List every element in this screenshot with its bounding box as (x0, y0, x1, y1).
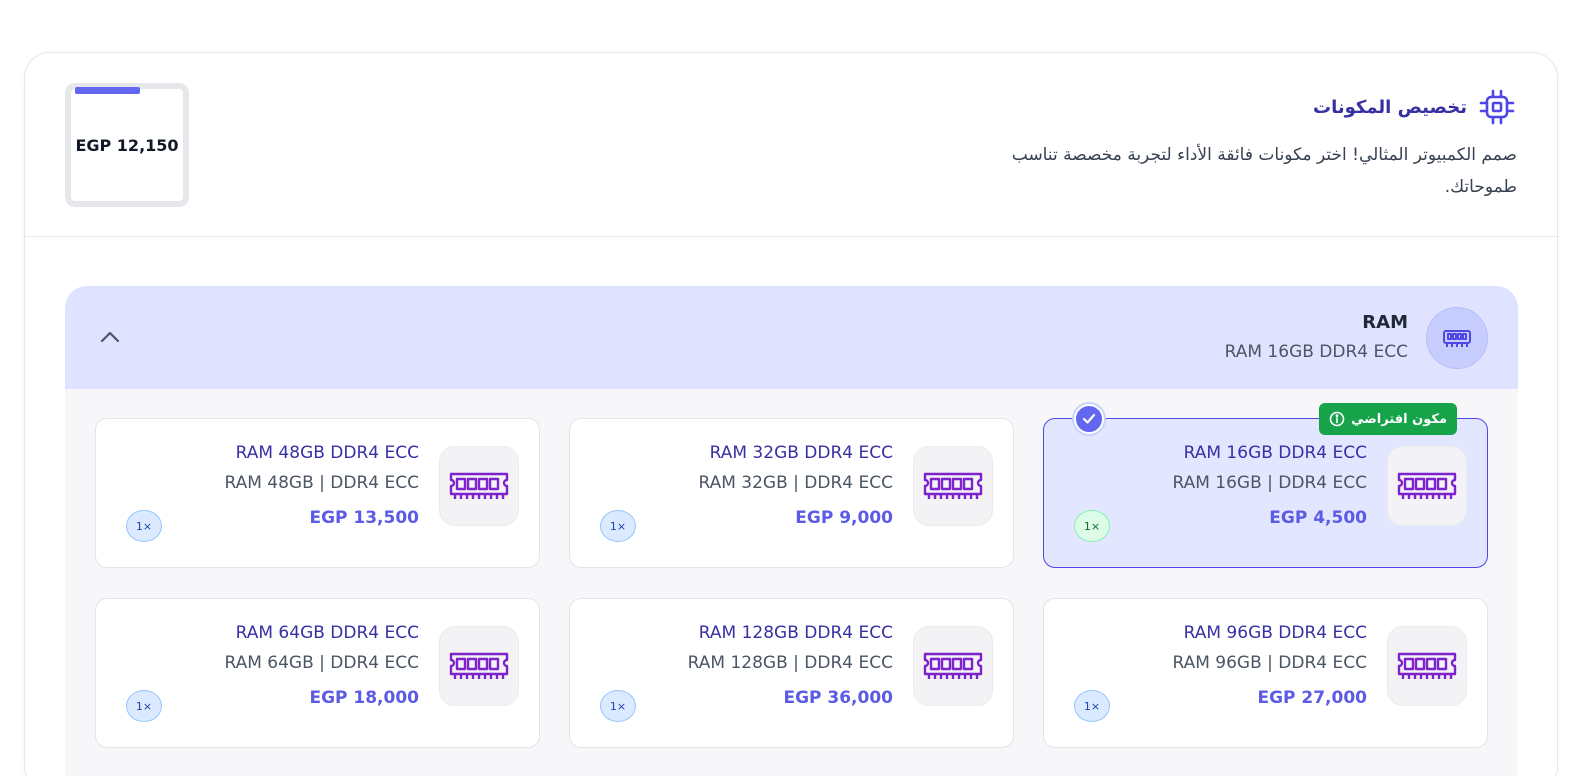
option-name: RAM 96GB DDR4 ECC (1183, 623, 1367, 643)
quantity-badge: 1× (600, 510, 636, 542)
option-thumbnail (1387, 446, 1467, 526)
option-thumbnail (439, 626, 519, 706)
ram-stick-icon (1397, 472, 1457, 499)
option-thumbnail (913, 446, 993, 526)
ram-option-card[interactable]: RAM 64GB DDR4 ECC RAM 64GB | DDR4 ECC EGP … (95, 598, 540, 748)
price-progress-bar (75, 87, 140, 94)
option-spec: RAM 128GB | DDR4 ECC (687, 653, 893, 673)
option-thumbnail (1387, 626, 1467, 706)
ram-category-icon (1426, 307, 1488, 369)
quantity-badge: 1× (600, 690, 636, 722)
quantity-badge: 1× (1074, 510, 1110, 542)
option-price: EGP 18,000 (309, 688, 419, 708)
memory-icon (1443, 330, 1471, 347)
option-price: EGP 27,000 (1257, 688, 1367, 708)
default-badge-label: مكون افتراضي (1351, 411, 1447, 427)
option-spec: RAM 64GB | DDR4 ECC (224, 653, 419, 673)
option-name: RAM 32GB DDR4 ECC (709, 443, 893, 463)
section-title: RAM (1362, 312, 1408, 333)
option-spec: RAM 32GB | DDR4 ECC (698, 473, 893, 493)
chevron-up-icon (100, 331, 120, 343)
collapse-button[interactable] (93, 322, 127, 352)
option-price: EGP 9,000 (795, 508, 893, 528)
selected-check-icon (1074, 404, 1104, 434)
option-name: RAM 16GB DDR4 ECC (1183, 443, 1367, 463)
page-description: صمم الكمبيوتر المثالي! اختر مكونات فائقة… (1011, 145, 1517, 197)
cpu-chip-icon (1477, 87, 1517, 127)
card-header: تخصيص المكونات صمم الكمبيوتر المثالي! اخ… (25, 53, 1557, 237)
ram-option-card[interactable]: RAM 128GB DDR4 ECC RAM 128GB | DDR4 ECC EG… (569, 598, 1014, 748)
ram-section-header[interactable]: RAM RAM 16GB DDR4 ECC (65, 286, 1518, 389)
section-selected-value: RAM 16GB DDR4 ECC (1224, 342, 1408, 362)
total-price: EGP 12,150 (75, 135, 179, 155)
customize-card: تخصيص المكونات صمم الكمبيوتر المثالي! اخ… (24, 52, 1558, 776)
option-spec: RAM 48GB | DDR4 ECC (224, 473, 419, 493)
total-price-box: EGP 12,150 (65, 83, 189, 207)
option-thumbnail (439, 446, 519, 526)
page-title: تخصيص المكونات (1313, 96, 1467, 118)
ram-stick-icon (923, 472, 983, 499)
option-spec: RAM 16GB | DDR4 ECC (1172, 473, 1367, 493)
ram-section: RAM RAM 16GB DDR4 ECC RAM 16GB DDR4 ECC R… (65, 286, 1518, 776)
option-name: RAM 128GB DDR4 ECC (698, 623, 893, 643)
header-title-row: تخصيص المكونات (1313, 87, 1517, 127)
ram-option-card[interactable]: RAM 32GB DDR4 ECC RAM 32GB | DDR4 ECC EGP … (569, 418, 1014, 568)
quantity-badge: 1× (126, 510, 162, 542)
ram-option-card[interactable]: RAM 48GB DDR4 ECC RAM 48GB | DDR4 ECC EGP … (95, 418, 540, 568)
info-icon (1329, 411, 1345, 427)
option-thumbnail (913, 626, 993, 706)
option-price: EGP 13,500 (309, 508, 419, 528)
option-price: EGP 36,000 (783, 688, 893, 708)
ram-option-card[interactable]: RAM 96GB DDR4 ECC RAM 96GB | DDR4 ECC EGP … (1043, 598, 1488, 748)
ram-stick-icon (449, 652, 509, 679)
option-spec: RAM 96GB | DDR4 ECC (1172, 653, 1367, 673)
ram-option-card[interactable]: RAM 16GB DDR4 ECC RAM 16GB | DDR4 ECC EGP … (1043, 403, 1488, 568)
page: تخصيص المكونات صمم الكمبيوتر المثالي! اخ… (0, 0, 1584, 776)
option-price: EGP 4,500 (1269, 508, 1367, 528)
option-name: RAM 64GB DDR4 ECC (235, 623, 419, 643)
ram-stick-icon (449, 472, 509, 499)
ram-stick-icon (1397, 652, 1457, 679)
default-component-badge: مكون افتراضي (1319, 403, 1457, 435)
quantity-badge: 1× (1074, 690, 1110, 722)
option-name: RAM 48GB DDR4 ECC (235, 443, 419, 463)
quantity-badge: 1× (126, 690, 162, 722)
ram-stick-icon (923, 652, 983, 679)
